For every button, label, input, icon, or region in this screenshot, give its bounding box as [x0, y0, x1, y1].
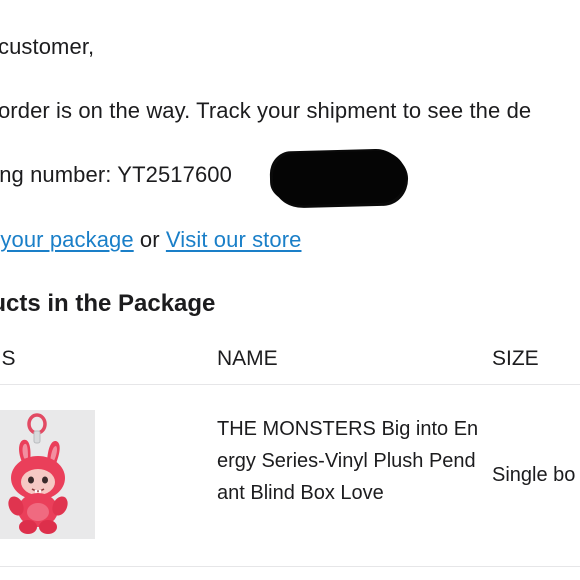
- products-heading: oducts in the Package: [0, 290, 216, 317]
- order-status-message: ur order is on the way. Track your shipm…: [0, 98, 532, 123]
- product-size: Single bo: [492, 464, 576, 486]
- redaction-scribble: [272, 150, 407, 206]
- greeting-text: ar customer,: [0, 34, 95, 59]
- track-package-link[interactable]: ck your package: [0, 227, 134, 252]
- table-divider-bottom: [0, 566, 580, 567]
- pink-plush-keychain-image: [8, 413, 68, 534]
- links-row: ck your package or Visit our store: [0, 226, 302, 254]
- table-divider: [0, 384, 580, 385]
- column-header-size: SIZE: [492, 347, 539, 370]
- column-header-items: MS: [0, 347, 16, 370]
- tracking-number-text: cking number: YT2517600: [0, 162, 232, 187]
- visit-store-link[interactable]: Visit our store: [166, 227, 302, 252]
- product-thumbnail[interactable]: [0, 410, 95, 539]
- column-header-name: NAME: [217, 347, 278, 370]
- email-body: ar customer, ur order is on the way. Tra…: [0, 0, 580, 580]
- product-name: THE MONSTERS Big into Energy Series-Viny…: [217, 418, 479, 504]
- link-separator: or: [133, 227, 166, 252]
